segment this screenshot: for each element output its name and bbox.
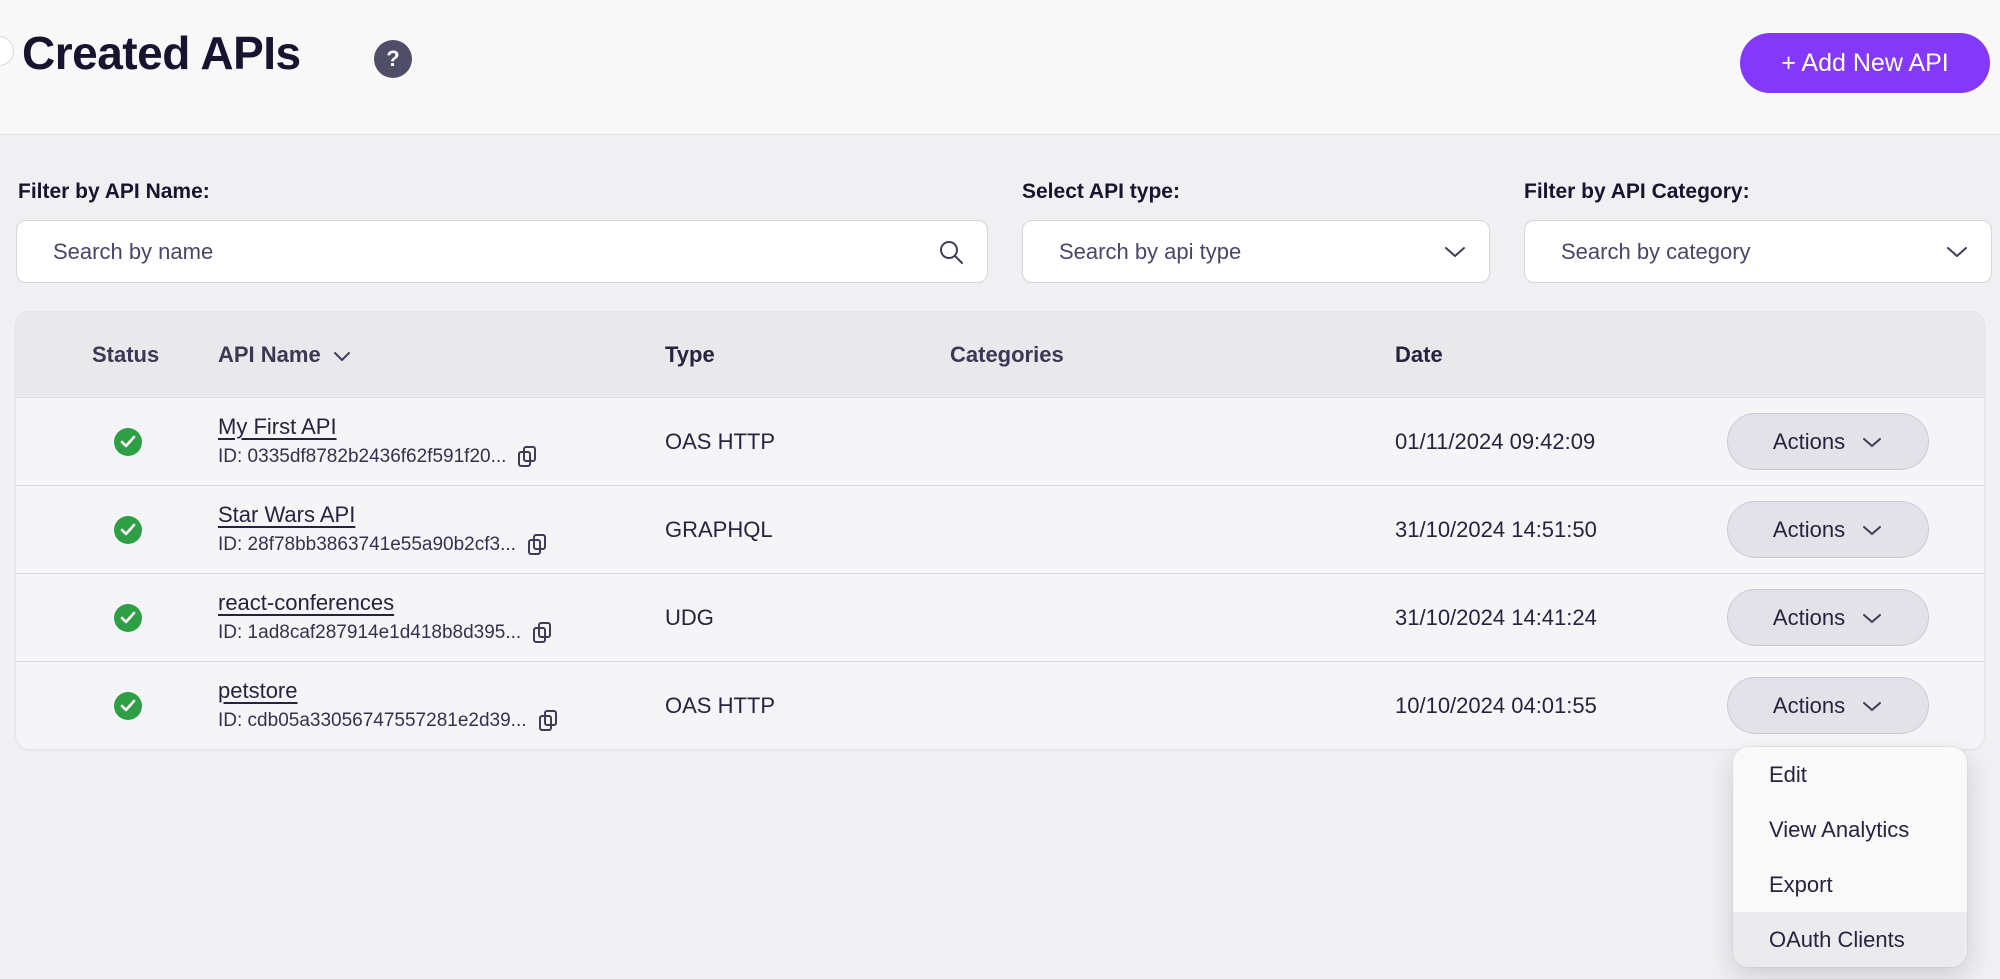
page-title: Created APIs: [22, 26, 301, 80]
filter-name-label: Filter by API Name:: [18, 180, 210, 204]
sidebar-collapse-button[interactable]: [0, 36, 14, 66]
api-type-value: UDG: [665, 605, 950, 631]
page-header: Created APIs ? + Add New API: [0, 0, 2000, 135]
column-header-type: Type: [665, 342, 950, 368]
column-header-date: Date: [1395, 342, 1727, 368]
api-date-value: 31/10/2024 14:41:24: [1395, 605, 1727, 631]
sort-chevron-down-icon: [333, 342, 351, 368]
api-type-value: OAS HTTP: [665, 429, 950, 455]
table-row: react-conferences ID: 1ad8caf287914e1d41…: [16, 573, 1984, 661]
chevron-down-icon: [1861, 517, 1883, 543]
api-date-value: 31/10/2024 14:51:50: [1395, 517, 1727, 543]
add-new-api-button[interactable]: + Add New API: [1740, 33, 1990, 93]
api-id-text: ID: 1ad8caf287914e1d418b8d395...: [218, 622, 521, 644]
api-id-text: ID: 0335df8782b2436f62f591f20...: [218, 446, 506, 468]
search-icon: [937, 238, 965, 266]
api-id-text: ID: cdb05a33056747557281e2d39...: [218, 710, 527, 732]
api-name-link[interactable]: Star Wars API: [218, 502, 355, 528]
table-header-row: Status API Name Type Categories Date: [16, 312, 1984, 397]
apis-table: Status API Name Type Categories Date My …: [16, 312, 1984, 749]
column-header-categories: Categories: [950, 342, 1395, 368]
filter-category-label: Filter by API Category:: [1524, 180, 1750, 204]
actions-button[interactable]: Actions: [1727, 677, 1929, 734]
help-icon[interactable]: ?: [374, 40, 412, 78]
search-by-name-input[interactable]: Search by name: [16, 220, 988, 283]
api-type-value: OAS HTTP: [665, 693, 950, 719]
chevron-down-icon: [1861, 693, 1883, 719]
api-type-select[interactable]: Search by api type: [1022, 220, 1490, 283]
actions-button[interactable]: Actions: [1727, 589, 1929, 646]
table-row: Star Wars API ID: 28f78bb3863741e55a90b2…: [16, 485, 1984, 573]
chevron-down-icon: [1945, 245, 1969, 259]
chevron-down-icon: [1443, 245, 1467, 259]
api-name-link[interactable]: petstore: [218, 678, 298, 704]
api-id-text: ID: 28f78bb3863741e55a90b2cf3...: [218, 534, 516, 556]
search-input-placeholder: Search by name: [53, 239, 937, 265]
chevron-down-icon: [1861, 429, 1883, 455]
copy-icon[interactable]: [531, 621, 553, 645]
table-row: My First API ID: 0335df8782b2436f62f591f…: [16, 397, 1984, 485]
copy-icon[interactable]: [526, 533, 548, 557]
menu-item-edit[interactable]: Edit: [1733, 747, 1967, 802]
filter-type-label: Select API type:: [1022, 180, 1180, 204]
menu-item-oauth-clients[interactable]: OAuth Clients: [1733, 912, 1967, 967]
api-name-link[interactable]: react-conferences: [218, 590, 394, 616]
actions-button[interactable]: Actions: [1727, 501, 1929, 558]
api-category-select[interactable]: Search by category: [1524, 220, 1992, 283]
column-header-status: Status: [16, 342, 218, 368]
api-date-value: 01/11/2024 09:42:09: [1395, 429, 1727, 455]
api-name-link[interactable]: My First API: [218, 414, 337, 440]
copy-icon[interactable]: [537, 709, 559, 733]
table-row: petstore ID: cdb05a33056747557281e2d39..…: [16, 661, 1984, 749]
check-circle-icon: [114, 516, 142, 544]
copy-icon[interactable]: [516, 445, 538, 469]
check-circle-icon: [114, 604, 142, 632]
column-header-api-name[interactable]: API Name: [218, 342, 665, 368]
actions-dropdown-menu: Edit View Analytics Export OAuth Clients: [1733, 747, 1967, 967]
api-date-value: 10/10/2024 04:01:55: [1395, 693, 1727, 719]
menu-item-export[interactable]: Export: [1733, 857, 1967, 912]
api-type-select-placeholder: Search by api type: [1059, 239, 1443, 265]
check-circle-icon: [114, 428, 142, 456]
api-category-select-placeholder: Search by category: [1561, 239, 1945, 265]
check-circle-icon: [114, 692, 142, 720]
actions-button[interactable]: Actions: [1727, 413, 1929, 470]
menu-item-view-analytics[interactable]: View Analytics: [1733, 802, 1967, 857]
chevron-down-icon: [1861, 605, 1883, 631]
api-type-value: GRAPHQL: [665, 517, 950, 543]
